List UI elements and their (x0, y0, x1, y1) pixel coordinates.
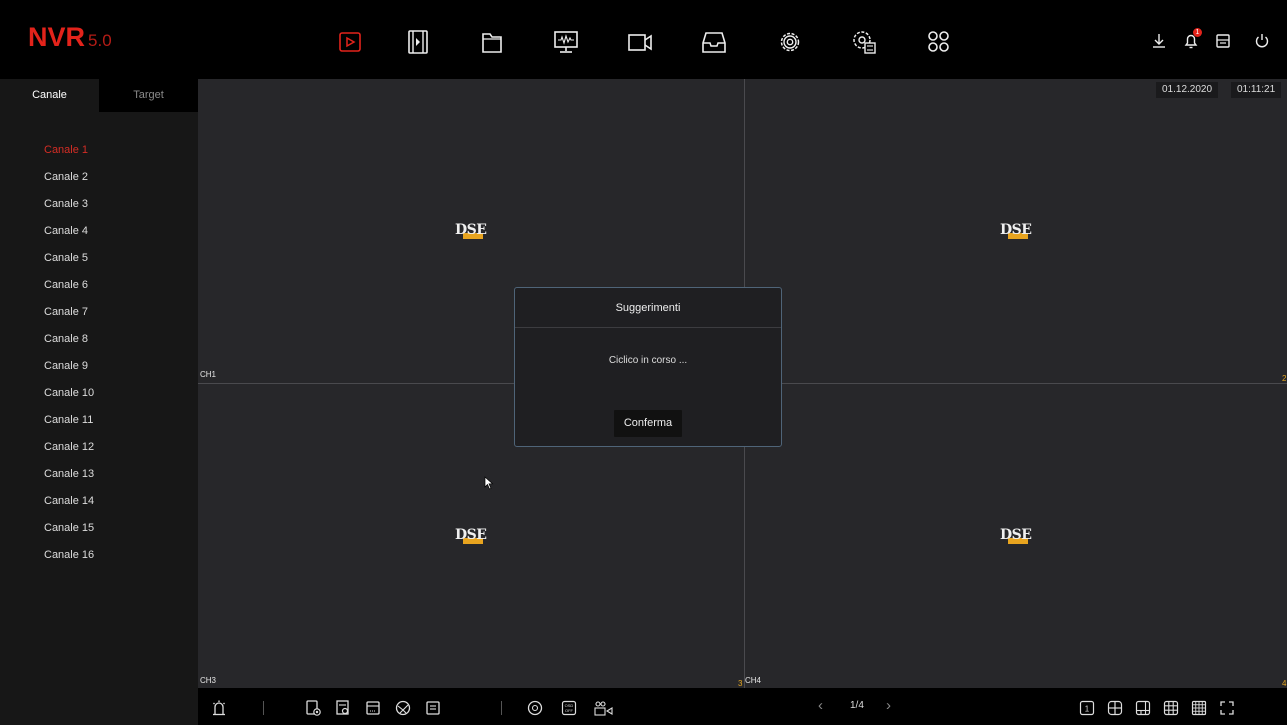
ptz-icon[interactable] (525, 698, 545, 718)
channel-item[interactable]: Canale 2 (0, 164, 198, 191)
layout-4-icon[interactable] (1105, 698, 1125, 718)
playback-icon[interactable] (330, 22, 370, 62)
cell-ch3-label: CH3 (200, 676, 217, 685)
dialog-message: Ciclico in corso ... (608, 355, 688, 366)
channel-item[interactable]: Canale 15 (0, 515, 198, 542)
channel-item[interactable]: Canale 4 (0, 218, 198, 245)
cell-ch4-label: CH4 (745, 676, 762, 685)
channel-item[interactable]: Canale 7 (0, 299, 198, 326)
channel-item[interactable]: Canale 12 (0, 434, 198, 461)
osd-off-icon[interactable]: OSD OFF (559, 698, 579, 718)
layout-16-icon[interactable] (1189, 698, 1209, 718)
svg-text:1: 1 (1085, 705, 1090, 714)
toolbar-separator (263, 701, 264, 715)
snapshot-icon[interactable] (363, 698, 383, 718)
channel-item[interactable]: Canale 3 (0, 191, 198, 218)
alarm-badge: 1 (1193, 28, 1202, 37)
prev-page-button[interactable]: ‹ (818, 697, 823, 714)
channel-item[interactable]: Canale 5 (0, 245, 198, 272)
download-icon[interactable] (1148, 30, 1170, 52)
info-panel-icon[interactable] (423, 698, 443, 718)
fullscreen-icon[interactable] (1217, 698, 1237, 718)
mouse-cursor-icon (484, 476, 494, 495)
dialog-title: Suggerimenti (515, 288, 781, 328)
svg-text:OFF: OFF (565, 708, 574, 713)
apps-icon[interactable] (918, 22, 958, 62)
dse-watermark-4: DSE (1000, 527, 1032, 544)
channel-item[interactable]: Canale 6 (0, 272, 198, 299)
cell-4-number: 4 (1282, 679, 1287, 688)
tab-canale[interactable]: Canale (0, 79, 99, 112)
cell-ch1-label: CH1 (200, 370, 217, 379)
channel-item[interactable]: Canale 16 (0, 542, 198, 569)
app-logo: NVR 5.0 (28, 22, 112, 53)
manual-record-icon[interactable] (303, 698, 323, 718)
network-icon[interactable] (393, 698, 413, 718)
logo-main: NVR (28, 22, 86, 52)
channel-item[interactable]: Canale 11 (0, 407, 198, 434)
page-indicator: 1/4 (850, 700, 864, 711)
channel-item[interactable]: Canale 10 (0, 380, 198, 407)
channel-item[interactable]: Canale 14 (0, 488, 198, 515)
settings-icon[interactable] (770, 22, 810, 62)
channel-item[interactable]: Canale 8 (0, 326, 198, 353)
confirm-button[interactable]: Conferma (614, 410, 682, 437)
video-clip-icon[interactable] (398, 22, 438, 62)
layout-6-icon[interactable] (1133, 698, 1153, 718)
advanced-settings-icon[interactable] (844, 22, 884, 62)
layout-1-icon[interactable]: 1 (1077, 698, 1097, 718)
tips-dialog: Suggerimenti Ciclico in corso ... Confer… (514, 287, 782, 447)
monitor-icon[interactable] (546, 22, 586, 62)
top-right-tools: 1 (1148, 28, 1273, 52)
search-record-icon[interactable] (333, 698, 353, 718)
top-bar: NVR 5.0 1 (0, 0, 1287, 79)
channel-item[interactable]: Canale 9 (0, 353, 198, 380)
backup-icon[interactable] (1212, 30, 1234, 52)
channel-sidebar: Canale Target Canale 1 Canale 2 Canale 3 Ca… (0, 79, 198, 725)
camera-icon[interactable] (620, 22, 660, 62)
logo-version: 5.0 (88, 31, 112, 50)
dse-watermark-3: DSE (455, 527, 487, 544)
storage-icon[interactable] (694, 22, 734, 62)
sequence-icon[interactable] (591, 698, 621, 718)
cell-2-number: 2 (1282, 374, 1287, 383)
bottom-toolbar: OSD OFF ‹ 1/4 › 1 (198, 688, 1287, 725)
alarm-output-icon[interactable] (209, 698, 229, 718)
files-icon[interactable] (472, 22, 512, 62)
channel-item[interactable]: Canale 13 (0, 461, 198, 488)
alarm-bell-icon[interactable]: 1 (1180, 28, 1202, 52)
power-icon[interactable] (1251, 30, 1273, 52)
channel-list: Canale 1 Canale 2 Canale 3 Canale 4 Canale 5… (0, 137, 198, 569)
date-display: 01.12.2020 (1156, 82, 1219, 98)
channel-item[interactable]: Canale 1 (0, 137, 198, 164)
next-page-button[interactable]: › (886, 697, 891, 714)
cell-3-number: 3 (738, 679, 743, 688)
dse-watermark-1: DSE (455, 222, 487, 239)
time-display: 01:11:21 (1231, 82, 1282, 98)
dse-watermark-2: DSE (1000, 222, 1032, 239)
tab-target[interactable]: Target (99, 79, 198, 112)
sidebar-tabs: Canale Target (0, 79, 198, 112)
layout-9-icon[interactable] (1161, 698, 1181, 718)
toolbar-separator (501, 701, 502, 715)
